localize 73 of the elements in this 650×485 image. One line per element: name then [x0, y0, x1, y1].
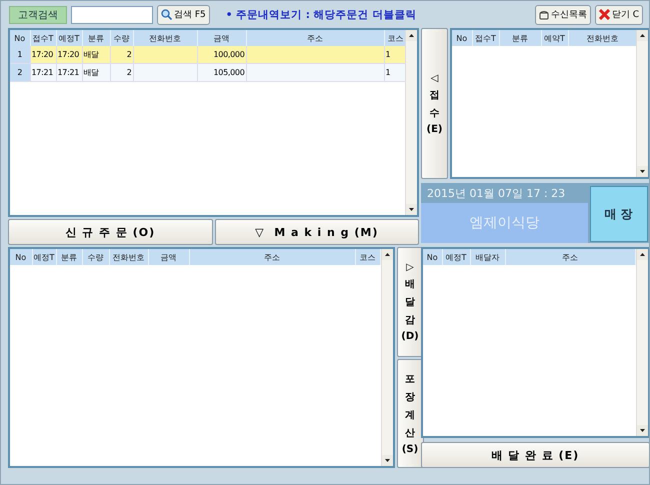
column-header[interactable]: 코스 [384, 30, 405, 46]
column-header[interactable]: 전화번호 [568, 30, 636, 46]
table-cell: 배달 [82, 64, 110, 82]
notice-text: • 주문내역보기 : 해당주문건 더블클릭 [226, 8, 418, 22]
scrollbar[interactable] [405, 30, 417, 215]
column-header[interactable]: 예정T [32, 249, 56, 265]
table-cell: 1 [384, 46, 405, 64]
received-list-button[interactable]: 수신목록 [534, 4, 591, 24]
column-header[interactable]: 분류 [82, 30, 110, 46]
column-header[interactable]: 주소 [505, 249, 635, 265]
search-field[interactable] [71, 6, 153, 24]
table-cell [133, 64, 197, 82]
table-row[interactable]: 1 17:20 17:20 배달 2 100,000 1 [10, 46, 405, 64]
column-header[interactable]: 분류 [499, 30, 541, 46]
table-cell: 배달 [82, 46, 110, 64]
column-header[interactable]: 예정T [442, 249, 470, 265]
order-button[interactable]: ▽ M a k i n g (M) [214, 219, 419, 245]
table-cell: 1 [10, 46, 30, 64]
vertical-button[interactable]: ◁ 접 수 (E) [421, 28, 448, 179]
column-header[interactable]: 전화번호 [133, 30, 197, 46]
column-header[interactable]: 금액 [148, 249, 189, 265]
close-icon [598, 9, 610, 20]
table-cell: 105,000 [197, 64, 246, 82]
scroll-down-icon[interactable] [382, 455, 392, 466]
table-cell: 17:20 [56, 46, 82, 64]
column-header[interactable]: 주소 [189, 249, 355, 265]
column-header[interactable]: No [10, 249, 32, 265]
hall-button[interactable]: 매 장 [590, 186, 648, 242]
vertical-button[interactable]: 포 장 계 산 (S) [396, 358, 424, 468]
column-header[interactable]: No [10, 30, 30, 46]
scroll-down-icon[interactable] [406, 204, 417, 215]
table-row[interactable]: 2 17:21 17:21 배달 2 105,000 1 [10, 64, 405, 82]
scrollbar[interactable] [380, 249, 392, 466]
order-button[interactable]: 신 규 주 문 (O) [8, 219, 212, 245]
table-cell: 17:20 [30, 46, 56, 64]
scroll-up-icon[interactable] [406, 30, 417, 41]
delivery-complete-button[interactable]: 배 달 완 료 (E) [421, 442, 649, 468]
column-header[interactable]: 금액 [197, 30, 246, 46]
scroll-down-icon[interactable] [636, 425, 648, 436]
scrollbar[interactable] [636, 249, 648, 436]
column-header[interactable]: 접수T [472, 30, 499, 46]
table-cell: 2 [110, 46, 133, 64]
store-name: 엠제이식당 [421, 203, 588, 243]
scroll-up-icon[interactable] [636, 249, 648, 260]
table-cell: 100,000 [197, 46, 246, 64]
search-icon [161, 9, 172, 20]
scroll-up-icon[interactable] [636, 30, 648, 41]
column-header[interactable]: 코스 [355, 249, 380, 265]
column-header[interactable]: 접수T [30, 30, 56, 46]
close-button[interactable]: 닫기 C [594, 4, 643, 24]
column-header[interactable]: 전화번호 [109, 249, 148, 265]
table-cell: 17:21 [30, 64, 56, 82]
column-header[interactable]: 분류 [56, 249, 82, 265]
date-time: 2015년 01월 07일 17 : 23 [426, 186, 566, 200]
table-cell [133, 46, 197, 64]
column-header[interactable]: 예정T [56, 30, 82, 46]
scrollbar[interactable] [636, 30, 648, 177]
table-cell: 2 [10, 64, 30, 82]
column-header[interactable]: No [452, 30, 472, 46]
customer-search-button[interactable]: 고객검색 [9, 6, 67, 24]
column-header[interactable]: 배달자 [470, 249, 505, 265]
table-cell: 17:21 [56, 64, 82, 82]
scroll-down-icon[interactable] [636, 166, 648, 177]
table-cell: 1 [384, 64, 405, 82]
column-header[interactable]: 주소 [246, 30, 384, 46]
column-header[interactable]: 수량 [110, 30, 133, 46]
column-header[interactable]: 수량 [82, 249, 109, 265]
table-cell: 2 [110, 64, 133, 82]
search-button[interactable]: 검색 F5 [157, 4, 210, 24]
scroll-up-icon[interactable] [382, 249, 392, 260]
column-header[interactable]: No [423, 249, 442, 265]
column-header[interactable]: 예약T [541, 30, 568, 46]
vertical-button[interactable]: ▷ 배 달 감 (D) [396, 247, 424, 356]
